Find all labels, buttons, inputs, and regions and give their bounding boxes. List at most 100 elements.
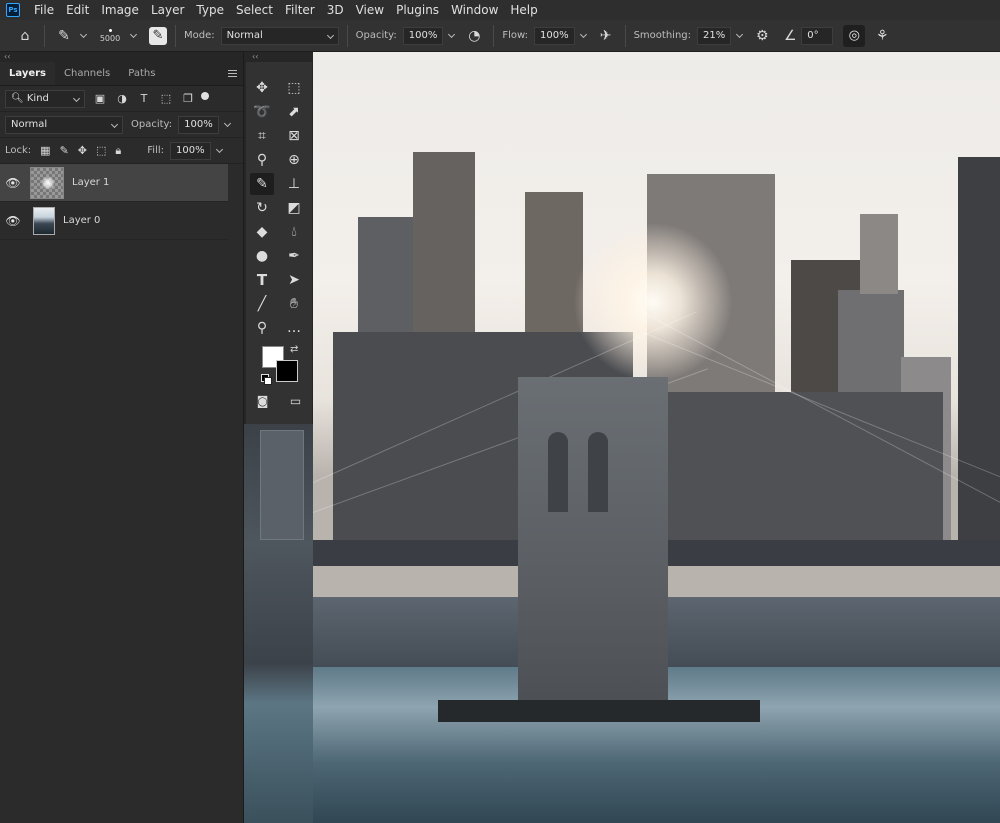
eraser-tool-icon[interactable]: ◩ <box>278 196 310 220</box>
spot-healing-tool-icon[interactable]: ⊕ <box>278 148 310 172</box>
menu-layer[interactable]: Layer <box>145 0 190 20</box>
filter-toggle[interactable] <box>201 91 209 100</box>
lock-position-icon[interactable]: ✥ <box>78 144 87 157</box>
blur-tool-icon[interactable]: 💧︎ <box>278 220 310 244</box>
flow-input[interactable]: 100% <box>533 26 575 45</box>
layer-name[interactable]: Layer 0 <box>63 215 100 226</box>
layer-row-layer-0[interactable]: 👁︎ Layer 0 <box>0 202 228 240</box>
adjustment-layer-filter-icon[interactable]: ◑ <box>115 92 129 106</box>
layer-name[interactable]: Layer 1 <box>72 177 109 188</box>
frame-tool-icon[interactable]: ⊠ <box>278 124 310 148</box>
lock-transparent-pixels-icon[interactable]: ▦ <box>40 144 50 157</box>
gear-icon[interactable]: ⚙ <box>751 25 773 47</box>
move-tool-icon[interactable]: ✥ <box>246 76 278 100</box>
smart-object-filter-icon[interactable]: ❐ <box>181 92 195 106</box>
layer-opacity-input[interactable]: 100% <box>178 115 219 134</box>
zoom-tool-icon[interactable]: ⚲ <box>246 316 278 340</box>
filter-kind-select[interactable]: 🔍︎ Kind <box>5 89 85 108</box>
chevron-down-icon[interactable] <box>579 31 589 41</box>
toolbar-collapse-button[interactable]: ‹‹ <box>246 52 312 62</box>
layer-thumbnail <box>33 206 55 235</box>
canvas-left-strip[interactable] <box>244 424 314 823</box>
lock-image-pixels-icon[interactable]: ✎ <box>60 144 69 157</box>
brush-tool-preset-icon[interactable]: ✎ <box>53 25 75 47</box>
eyedropper-tool-icon[interactable]: ⚲ <box>246 148 278 172</box>
smoothing-input[interactable]: 21% <box>697 26 732 45</box>
menu-type[interactable]: Type <box>190 0 230 20</box>
lock-artboard-icon[interactable]: ⬚ <box>96 144 106 157</box>
building <box>643 392 943 562</box>
panel-menu-icon[interactable] <box>228 70 237 77</box>
chevron-down-icon[interactable] <box>223 120 233 130</box>
menu-plugins[interactable]: Plugins <box>390 0 445 20</box>
lock-all-icon[interactable]: 🔒︎ <box>115 144 121 158</box>
menu-3d[interactable]: 3D <box>321 0 350 20</box>
airbrush-icon[interactable]: ✈ <box>595 25 617 47</box>
default-colors-icon[interactable] <box>261 374 272 385</box>
brush-angle-input[interactable]: 0° <box>801 26 834 45</box>
pressure-size-icon[interactable]: ◎ <box>843 24 866 47</box>
chevron-down-icon[interactable] <box>79 31 89 41</box>
path-selection-tool-icon[interactable]: ➤ <box>278 268 310 292</box>
menu-filter[interactable]: Filter <box>279 0 321 20</box>
fill-input[interactable]: 100% <box>170 141 211 160</box>
chevron-down-icon[interactable] <box>447 31 457 41</box>
menu-help[interactable]: Help <box>504 0 543 20</box>
menu-select[interactable]: Select <box>230 0 279 20</box>
type-tool-icon[interactable]: T <box>246 268 278 292</box>
tab-paths[interactable]: Paths <box>119 62 164 85</box>
dodge-tool-icon[interactable]: ● <box>246 244 278 268</box>
brush-tool-icon[interactable]: ✎ <box>250 173 274 195</box>
chevron-down-icon[interactable] <box>735 31 745 41</box>
building <box>958 157 1000 552</box>
clone-stamp-tool-icon[interactable]: ⊥ <box>278 172 310 196</box>
chevron-down-icon[interactable] <box>215 146 225 156</box>
opacity-label: Opacity: <box>355 30 397 41</box>
history-brush-tool-icon[interactable]: ↻ <box>246 196 278 220</box>
panel-collapse-button[interactable]: ‹‹ <box>0 52 243 62</box>
chevron-down-icon[interactable] <box>129 31 139 41</box>
opacity-input[interactable]: 100% <box>402 26 444 45</box>
blend-mode-select[interactable]: Normal <box>5 115 123 134</box>
shape-layer-filter-icon[interactable]: ⬚ <box>159 92 173 106</box>
lasso-tool-icon[interactable]: ➰ <box>246 100 278 124</box>
type-layer-filter-icon[interactable]: T <box>137 92 151 106</box>
divider <box>346 24 348 47</box>
photoshop-logo-icon[interactable]: Ps <box>6 3 20 17</box>
layer-row-layer-1[interactable]: 👁︎ Layer 1 <box>0 164 228 202</box>
paint-bucket-tool-icon[interactable]: ◆ <box>246 220 278 244</box>
flow-label: Flow: <box>502 30 528 41</box>
menu-file[interactable]: File <box>28 0 60 20</box>
symmetry-butterfly-icon[interactable]: ⚘ <box>871 25 893 47</box>
more-tools-icon[interactable]: … <box>278 316 310 340</box>
brush-size-picker[interactable]: 5000 <box>95 28 125 43</box>
hand-tool-icon[interactable]: ✋︎ <box>278 292 310 316</box>
quick-mask-icon[interactable]: ◙ <box>257 394 269 408</box>
menu-image[interactable]: Image <box>95 0 145 20</box>
menu-window[interactable]: Window <box>445 0 504 20</box>
canvas[interactable] <box>313 52 1000 823</box>
tab-channels[interactable]: Channels <box>55 62 119 85</box>
pixel-layer-filter-icon[interactable]: ▣ <box>93 92 107 106</box>
pressure-opacity-icon[interactable]: ◔ <box>463 25 485 47</box>
barge <box>438 700 760 722</box>
menu-edit[interactable]: Edit <box>60 0 95 20</box>
divider <box>175 24 176 47</box>
options-bar: ⌂ ✎ 5000 ✎ Mode: Normal Opacity: 100% ◔ … <box>0 20 1000 52</box>
swap-colors-icon[interactable]: ⇄ <box>290 344 298 355</box>
menu-view[interactable]: View <box>350 0 390 20</box>
eye-icon[interactable]: 👁︎ <box>0 214 26 228</box>
mode-select[interactable]: Normal <box>220 26 339 45</box>
tab-layers[interactable]: Layers <box>0 62 55 85</box>
blend-row: Normal Opacity: 100% <box>0 112 243 138</box>
object-selection-tool-icon[interactable]: ⬈ <box>278 100 310 124</box>
pen-tool-icon[interactable]: ✒ <box>278 244 310 268</box>
home-icon[interactable]: ⌂ <box>14 25 36 47</box>
screen-mode-icon[interactable]: ▭ <box>290 394 301 408</box>
line-tool-icon[interactable]: ╱ <box>246 292 278 316</box>
crop-tool-icon[interactable]: ⌗ <box>246 124 278 148</box>
marquee-tool-icon[interactable]: ⬚ <box>278 76 310 100</box>
brush-settings-icon[interactable]: ✎ <box>149 26 167 45</box>
background-color-swatch[interactable] <box>276 360 298 382</box>
eye-icon[interactable]: 👁︎ <box>0 176 26 190</box>
